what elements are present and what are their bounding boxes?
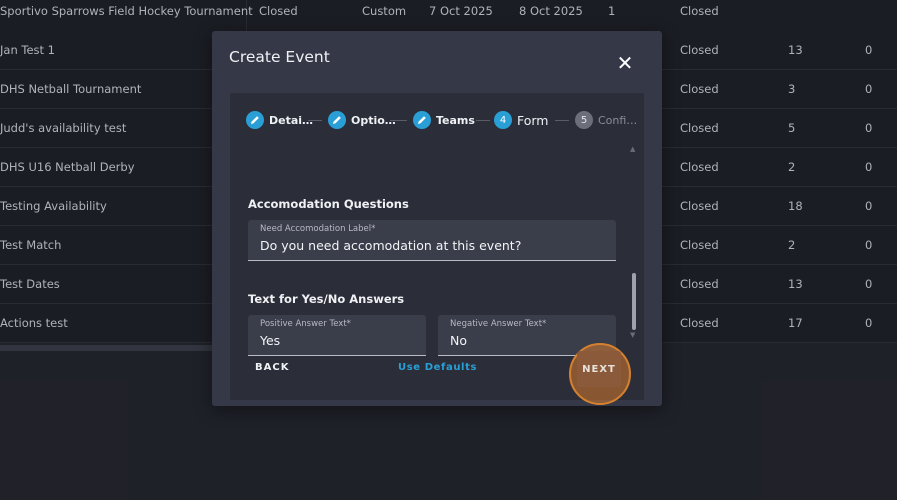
event-col-b: 0 xyxy=(865,121,873,135)
event-state: Closed xyxy=(680,316,719,330)
event-end-date: 8 Oct 2025 xyxy=(519,4,583,18)
scroll-down-arrow-icon[interactable]: ▼ xyxy=(630,331,635,339)
pencil-icon xyxy=(328,111,346,129)
event-col-a: 2 xyxy=(788,238,796,252)
field-label: Positive Answer Text* xyxy=(260,319,351,329)
back-button[interactable]: BACK xyxy=(255,362,289,373)
event-state: Closed xyxy=(680,199,719,213)
event-state: Closed xyxy=(680,43,719,57)
event-state: Closed xyxy=(680,277,719,291)
event-col-a: 13 xyxy=(788,277,803,291)
event-state: Closed xyxy=(680,238,719,252)
event-col-b: 0 xyxy=(865,82,873,96)
create-event-dialog: Create Event ✕ Detai… Optio… Teams 4 For… xyxy=(212,31,662,406)
event-col-b: 0 xyxy=(865,199,873,213)
table-row[interactable]: Sportivo Sparrows Field Hockey Tournamen… xyxy=(0,0,897,39)
step-options[interactable]: Optio… xyxy=(328,110,396,130)
step-teams[interactable]: Teams xyxy=(413,110,475,130)
use-defaults-button[interactable]: Use Defaults xyxy=(398,362,477,373)
event-col-a: 5 xyxy=(788,121,796,135)
event-state: Closed xyxy=(680,121,719,135)
event-col-a: 13 xyxy=(788,43,803,57)
pencil-icon xyxy=(413,111,431,129)
close-button[interactable]: ✕ xyxy=(615,53,635,73)
event-col-b: 0 xyxy=(865,316,873,330)
step-number: 4 xyxy=(494,111,512,129)
event-col-a: 2 xyxy=(788,160,796,174)
dialog-title: Create Event xyxy=(229,48,330,66)
positive-answer-field[interactable]: Positive Answer Text* Yes xyxy=(248,315,426,356)
scroll-up-arrow-icon[interactable]: ▲ xyxy=(630,145,635,153)
field-label: Negative Answer Text* xyxy=(450,319,547,329)
event-type: Custom xyxy=(362,4,407,18)
section-title-answers: Text for Yes/No Answers xyxy=(248,292,405,306)
step-connector xyxy=(476,120,490,121)
step-number: 5 xyxy=(575,111,593,129)
event-state: Closed xyxy=(680,82,719,96)
field-value: Yes xyxy=(260,333,281,348)
step-connector xyxy=(308,120,322,121)
event-col-a: 17 xyxy=(788,316,803,330)
step-details[interactable]: Detai… xyxy=(246,110,313,130)
field-label: Need Accomodation Label* xyxy=(260,224,376,234)
event-col-a: 3 xyxy=(788,82,796,96)
event-status: Closed xyxy=(259,4,298,18)
event-col-b: 0 xyxy=(865,238,873,252)
step-connector xyxy=(390,120,407,121)
step-form[interactable]: 4 Form xyxy=(494,110,549,130)
field-value: Do you need accomodation at this event? xyxy=(260,238,522,253)
event-col-b: 0 xyxy=(865,277,873,291)
step-connector xyxy=(555,120,569,121)
section-title-accommodation: Accomodation Questions xyxy=(248,197,409,211)
event-col-a: 18 xyxy=(788,199,803,213)
step-label: Form xyxy=(517,112,549,128)
step-label: Confi… xyxy=(598,113,638,127)
close-icon: ✕ xyxy=(616,51,634,75)
step-confirm[interactable]: 5 Confi… xyxy=(575,110,637,130)
event-state: Closed xyxy=(680,4,719,18)
accommodation-label-field[interactable]: Need Accomodation Label* Do you need acc… xyxy=(248,220,616,261)
event-state: Closed xyxy=(680,160,719,174)
event-count: 1 xyxy=(608,4,616,18)
step-label: Teams xyxy=(436,113,475,127)
event-col-b: 0 xyxy=(865,43,873,57)
stepper: Detai… Optio… Teams 4 Form 5 Confi… xyxy=(246,110,637,130)
event-col-b: 0 xyxy=(865,160,873,174)
step-label: Detai… xyxy=(269,113,314,127)
field-value: No xyxy=(450,333,467,348)
vertical-scrollbar-thumb[interactable] xyxy=(632,273,636,330)
pencil-icon xyxy=(246,111,264,129)
event-start-date: 7 Oct 2025 xyxy=(429,4,493,18)
next-button[interactable]: NEXT xyxy=(577,351,621,387)
